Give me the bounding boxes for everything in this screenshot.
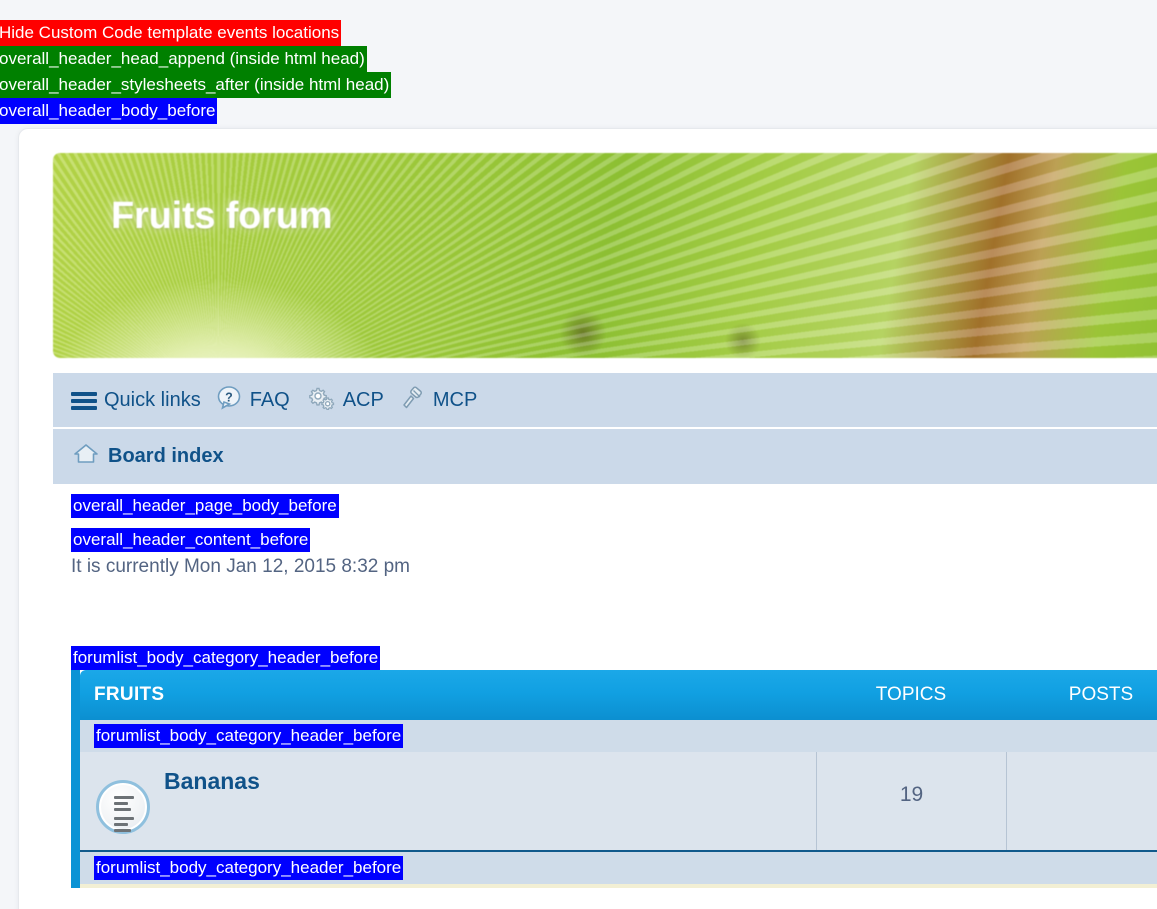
event-line-forumlist-category-header-before-outer: forumlist_body_category_header_before [71, 646, 1157, 670]
event-band-before-forum-row-1: forumlist_body_category_header_before [80, 720, 1157, 752]
event-band-before-forum-row-2: forumlist_body_category_header_before [80, 852, 1157, 884]
event-label-overall-header-head-append: overall_header_head_append (inside html … [0, 46, 367, 72]
nav-quick-links[interactable]: Quick links [71, 389, 201, 412]
table-row-next[interactable] [80, 884, 1157, 888]
home-icon [73, 443, 99, 470]
question-bubble-icon: ? [217, 385, 243, 416]
forum-stats: 19 [816, 752, 1157, 850]
column-header-topics: TOPICS [875, 684, 947, 705]
event-label-forumlist-body-category-header-before-3: forumlist_body_category_header_before [94, 856, 404, 880]
forum-unread-icon [96, 780, 150, 834]
nav-mcp-label: MCP [432, 389, 478, 411]
hamburger-icon [71, 391, 97, 410]
nav-faq-label: FAQ [249, 389, 290, 411]
category-header-fruits: FRUITS TOPICS POSTS [80, 670, 1157, 720]
site-banner-image: Fruits forum [53, 153, 1157, 358]
forum-cell-main: Bananas [80, 752, 816, 850]
site-title: Fruits forum [111, 195, 333, 237]
breadcrumb: Board index [53, 429, 1157, 484]
navbar-links-row: Quick links ? FAQ ACP MCP [53, 374, 1157, 429]
event-line-page-body-before: overall_header_page_body_before [71, 494, 1157, 518]
event-label-overall-header-body-before: overall_header_body_before [0, 98, 218, 124]
forum-list: FRUITS TOPICS POSTS forumlist_body_categ… [71, 670, 1157, 888]
forum-list-bottom-clip: forumlist_body_category_header_before [80, 852, 1157, 888]
gears-icon [306, 386, 336, 416]
event-line-content-before: overall_header_content_before [71, 528, 1157, 552]
page-wrapper: Fruits forum Quick links ? FAQ ACP MCP B… [18, 128, 1157, 909]
svg-text:?: ? [225, 390, 233, 404]
table-row[interactable]: Bananas 19 [80, 752, 1157, 852]
screen: Hide Custom Code template events locatio… [0, 0, 1157, 909]
event-label-overall-header-content-before: overall_header_content_before [71, 528, 311, 552]
hide-custom-code-events-toggle[interactable]: Hide Custom Code template events locatio… [0, 20, 342, 46]
nav-quick-links-label: Quick links [104, 389, 201, 411]
navbar: Quick links ? FAQ ACP MCP Board index [53, 373, 1157, 484]
event-label-overall-header-stylesheets-after: overall_header_stylesheets_after (inside… [0, 72, 392, 98]
forum-link-bananas[interactable]: Bananas [164, 768, 260, 794]
forum-info: Bananas [164, 764, 260, 795]
nav-acp[interactable]: ACP [306, 386, 384, 416]
gavel-icon [400, 385, 426, 416]
page-body: overall_header_page_body_before overall_… [19, 494, 1157, 888]
category-column-headers: TOPICS POSTS [816, 670, 1157, 720]
nav-faq[interactable]: ? FAQ [217, 385, 290, 416]
event-label-overall-header-page-body-before: overall_header_page_body_before [71, 494, 339, 518]
forum-icon-bars [114, 796, 134, 835]
forum-topics-count: 19 [816, 752, 1006, 850]
category-title: FRUITS [94, 684, 165, 705]
breadcrumb-item-board-index[interactable]: Board index [108, 445, 224, 468]
custom-code-event-overlay: Hide Custom Code template events locatio… [0, 20, 392, 124]
column-header-posts: POSTS [1068, 684, 1134, 705]
event-label-forumlist-body-category-header-before-2: forumlist_body_category_header_before [94, 724, 404, 748]
nav-acp-label: ACP [342, 389, 384, 411]
forum-posts-count [1006, 752, 1157, 850]
current-time-text: It is currently Mon Jan 12, 2015 8:32 pm [71, 556, 411, 577]
event-label-forumlist-body-category-header-before-1: forumlist_body_category_header_before [71, 646, 381, 670]
nav-mcp[interactable]: MCP [400, 385, 478, 416]
